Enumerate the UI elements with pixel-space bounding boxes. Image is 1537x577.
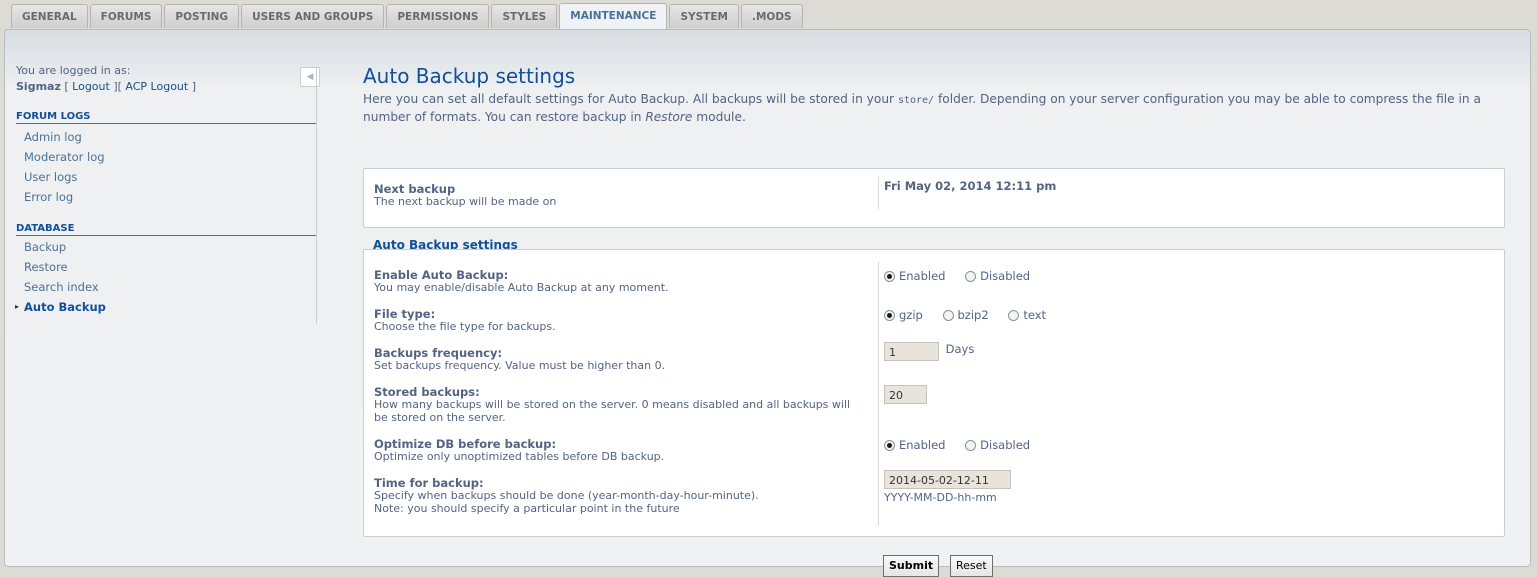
time-input[interactable]: 2014-05-02-12-11 [884,470,1011,489]
content: Auto Backup settings Here you can set al… [363,64,1505,577]
login-info: You are logged in as: Sigmaz [ Logout ][… [16,63,317,95]
main-panel: You are logged in as: Sigmaz [ Logout ][… [4,29,1531,577]
store-folder: store/ [897,95,935,106]
enable-option-disabled[interactable]: Disabled [965,269,1030,283]
sidebar-item-auto-backup[interactable]: Auto Backup [15,297,317,317]
tab-styles[interactable]: STYLES [491,4,558,28]
next-backup-desc: The next backup will be made on [374,195,557,208]
tab-users-and-groups[interactable]: USERS AND GROUPS [241,4,385,28]
tab-forums[interactable]: FORUMS [89,4,163,28]
next-backup-box: Next backup The next backup will be made… [363,168,1505,228]
radio-icon[interactable] [965,271,977,282]
sidebar-item-search-index[interactable]: Search index [16,277,317,297]
tab-maintenance[interactable]: MAINTENANCE [559,3,668,29]
optimize-option-disabled[interactable]: Disabled [965,438,1030,452]
radio-icon[interactable] [1008,310,1020,321]
menu-heading: FORUM LOGS [16,111,316,124]
sidebar-item-moderator-log[interactable]: Moderator log [16,147,317,167]
acp-logout-link[interactable]: ACP Logout [125,80,188,93]
file-type-option-bzip2[interactable]: bzip2 [942,308,989,322]
settings-box: Enable Auto Backup: You may enable/disab… [363,249,1505,537]
tab-bar: GENERAL FORUMS POSTING USERS AND GROUPS … [11,3,803,29]
radio-icon[interactable] [884,440,895,451]
page-description: Here you can set all default settings fo… [363,92,1481,124]
sidebar-divider [316,66,317,324]
radio-icon[interactable] [884,271,895,282]
radio-icon[interactable] [965,440,977,451]
sidebar-item-error-log[interactable]: Error log [16,187,317,207]
tab-posting[interactable]: POSTING [164,4,240,28]
menu-section-database: DATABASE Backup Restore Search index Aut… [15,223,317,317]
frequency-input[interactable]: 1 [884,342,939,361]
radio-icon[interactable] [884,310,895,321]
submit-button[interactable]: Submit [883,555,940,577]
tab-mods[interactable]: .MODS [740,4,803,28]
logout-link[interactable]: Logout [72,80,110,93]
reset-button[interactable]: Reset [950,555,993,577]
enable-option-enabled[interactable]: Enabled [884,269,945,283]
frequency-unit: Days [945,342,975,356]
stored-backups-input[interactable]: 20 [884,385,927,404]
username: Sigmaz [16,80,61,93]
sidebar-item-user-logs[interactable]: User logs [16,167,317,187]
file-type-option-text[interactable]: text [1008,308,1046,322]
collapse-sidebar-icon[interactable]: ◀ [300,67,320,87]
sidebar: You are logged in as: Sigmaz [ Logout ][… [15,63,317,317]
tab-system[interactable]: SYSTEM [669,4,739,28]
optimize-option-enabled[interactable]: Enabled [884,438,945,452]
page-title: Auto Backup settings [363,64,576,88]
tab-general[interactable]: GENERAL [11,4,88,28]
sidebar-item-admin-log[interactable]: Admin log [16,127,317,147]
logged-in-label: You are logged in as: [16,64,131,77]
radio-icon[interactable] [942,310,954,321]
sidebar-item-backup[interactable]: Backup [16,237,317,257]
tab-permissions[interactable]: PERMISSIONS [386,4,490,28]
time-format-hint: YYYY-MM-DD-hh-mm [884,491,997,504]
next-backup-title: Next backup [374,182,456,196]
file-type-option-gzip[interactable]: gzip [884,308,923,322]
menu-section-forum-logs: FORUM LOGS Admin log Moderator log User … [16,111,317,207]
sidebar-item-restore[interactable]: Restore [16,257,317,277]
menu-heading: DATABASE [16,223,316,236]
next-backup-value: Fri May 02, 2014 12:11 pm [884,179,1057,193]
